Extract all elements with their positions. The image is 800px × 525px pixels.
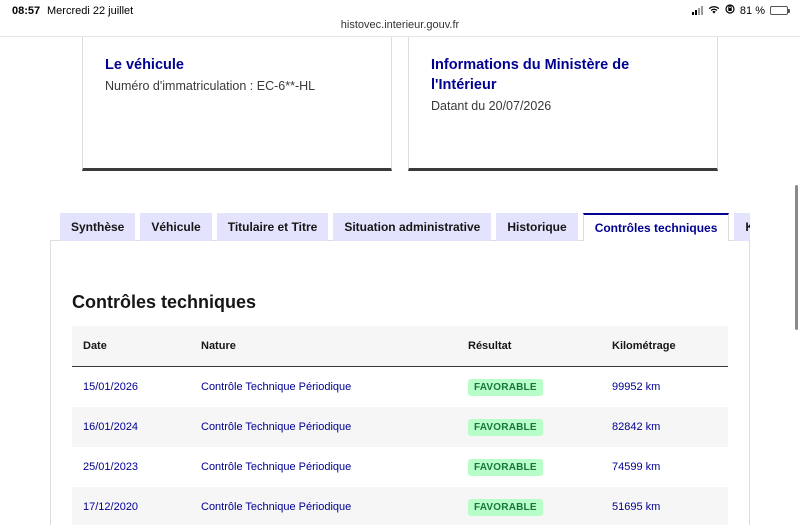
header-km: Kilométrage [612,340,676,352]
table-header: Date Nature Résultat Kilométrage [72,326,728,367]
row-km: 82842 km [612,421,661,433]
row-date: 17/12/2020 [83,501,139,513]
ministry-title-line2: l'Intérieur [431,77,497,93]
row-result: FAVORABLE [468,407,543,447]
battery-percent: 81 % [739,4,765,17]
row-km: 74599 km [612,461,661,473]
ministry-title-line1: Informations du Ministère de [431,57,630,73]
wifi-icon [708,5,720,17]
status-time: 08:57 [12,5,41,17]
tab-situation-administrative[interactable]: Situation administrative [333,213,492,241]
row-km: 51695 km [612,501,661,513]
row-date: 16/01/2024 [83,421,139,433]
battery-icon [770,6,790,15]
header-result: Résultat [468,340,512,352]
tab-kilometrage[interactable]: Kil [734,213,750,241]
row-date: 15/01/2026 [83,381,139,393]
result-badge: FAVORABLE [468,418,543,436]
row-km: 99952 km [612,381,661,393]
row-result: FAVORABLE [468,367,543,407]
registration-number: Numéro d'immatriculation : EC-6**-HL [105,79,316,93]
ministry-card-title: Informations du Ministère de l'Intérieur [431,55,695,95]
tab-vehicule[interactable]: Véhicule [140,213,212,241]
status-right: 81 % [691,4,790,17]
row-result: FAVORABLE [468,447,543,487]
browser-url[interactable]: histovec.interieur.gouv.fr [0,19,800,31]
tab-synthese[interactable]: Synthèse [60,213,136,241]
orientation-lock-icon [725,4,735,17]
table-row: 16/01/2024 Contrôle Technique Périodique… [72,407,728,447]
result-badge: FAVORABLE [468,458,543,476]
status-date: Mercredi 22 juillet [47,5,134,17]
row-date: 25/01/2023 [83,461,139,473]
section-title: Contrôles techniques [72,292,257,312]
result-badge: FAVORABLE [468,378,543,396]
page-scrollbar[interactable] [795,185,798,330]
table-row: 15/01/2026 Contrôle Technique Périodique… [72,367,728,407]
tab-list: Synthèse Véhicule Titulaire et Titre Situat… [60,213,750,241]
signal-icon [691,6,703,15]
header-date: Date [83,340,107,352]
tab-controles-techniques[interactable]: Contrôles techniques [582,213,730,241]
header-nature: Nature [201,340,236,352]
row-nature: Contrôle Technique Périodique [201,421,352,433]
table-row: 17/12/2020 Contrôle Technique Périodique… [72,487,728,525]
ministry-date: Datant du 20/07/2026 [431,99,552,113]
row-nature: Contrôle Technique Périodique [201,381,352,393]
row-nature: Contrôle Technique Périodique [201,501,352,513]
vehicle-card-title: Le véhicule [105,57,184,73]
ministry-card: Informations du Ministère de l'Intérieur… [408,37,718,171]
row-result: FAVORABLE [468,487,543,525]
table-row: 25/01/2023 Contrôle Technique Périodique… [72,447,728,487]
vehicle-card: Le véhicule Numéro d'immatriculation : E… [82,37,392,171]
result-badge: FAVORABLE [468,498,543,516]
tab-historique[interactable]: Historique [496,213,578,241]
inspections-table: Date Nature Résultat Kilométrage 15/01/2… [72,326,728,525]
tab-titulaire-titre[interactable]: Titulaire et Titre [216,213,329,241]
row-nature: Contrôle Technique Périodique [201,461,352,473]
